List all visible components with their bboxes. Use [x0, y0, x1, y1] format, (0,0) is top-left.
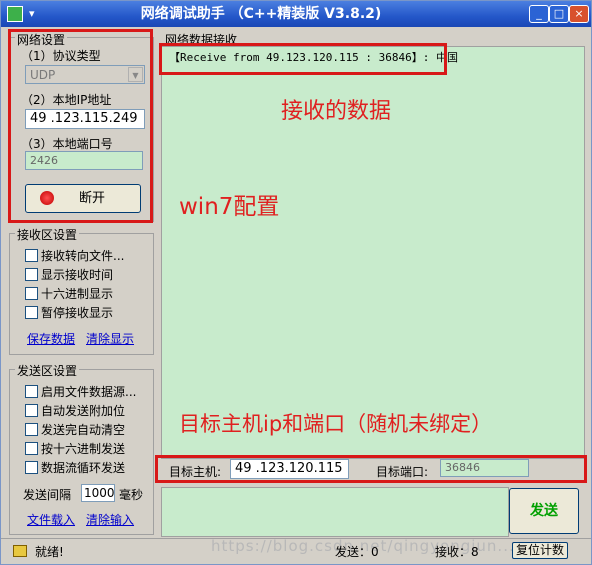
- recv-settings-legend: 接收区设置: [15, 226, 80, 243]
- system-menu-button[interactable]: ▾: [7, 5, 47, 23]
- hex-send-label: 按十六进制发送: [41, 442, 126, 456]
- annotation-box-network: [8, 29, 153, 223]
- recv-to-file-checkbox[interactable]: [25, 249, 38, 262]
- send-button[interactable]: 发送: [509, 488, 579, 534]
- append-bit-label: 自动发送附加位: [41, 404, 126, 418]
- send-settings-legend: 发送区设置: [15, 362, 80, 379]
- save-data-link[interactable]: 保存数据: [27, 330, 75, 347]
- annotation-win7-config: win7配置: [179, 194, 280, 220]
- clear-input-link[interactable]: 清除输入: [86, 511, 134, 528]
- annotation-received-data: 接收的数据: [281, 99, 392, 124]
- annotation-target-info: 目标主机ip和端口（随机未绑定）: [179, 412, 493, 436]
- status-send-count: 发送：0: [335, 545, 379, 559]
- show-recv-time-checkbox[interactable]: [25, 268, 38, 281]
- close-button[interactable]: ×: [569, 5, 589, 23]
- status-ready: 就绪!: [35, 545, 64, 559]
- window-title: 网络调试助手 （C++精装版 V3.8.2): [140, 6, 382, 22]
- app-window: ▾ 网络调试助手 （C++精装版 V3.8.2) _ □ × 网络设置 （1）协…: [0, 0, 592, 565]
- auto-clear-checkbox[interactable]: [25, 423, 38, 436]
- status-recv-count: 接收：8: [435, 545, 479, 559]
- minimize-button[interactable]: _: [529, 5, 549, 23]
- send-interval-label: 发送间隔: [23, 488, 72, 502]
- annotation-box-target: [155, 455, 587, 483]
- file-source-checkbox[interactable]: [25, 385, 38, 398]
- append-bit-checkbox[interactable]: [25, 404, 38, 417]
- status-icon: [13, 545, 27, 557]
- restore-button[interactable]: □: [549, 5, 569, 23]
- recv-to-file-label: 接收转向文件...: [41, 249, 125, 263]
- show-recv-time-label: 显示接收时间: [41, 268, 114, 282]
- send-input-area[interactable]: [161, 487, 509, 537]
- hex-send-checkbox[interactable]: [25, 442, 38, 455]
- send-interval-field[interactable]: 1000: [81, 484, 115, 502]
- loop-send-checkbox[interactable]: [25, 461, 38, 474]
- title-bar: ▾ 网络调试助手 （C++精装版 V3.8.2) _ □ ×: [1, 1, 591, 27]
- reset-count-button[interactable]: 复位计数: [512, 542, 568, 559]
- pause-display-label: 暂停接收显示: [41, 306, 114, 320]
- annotation-box-received: [159, 43, 447, 75]
- send-interval-unit: 毫秒: [119, 488, 144, 502]
- hex-display-label: 十六进制显示: [41, 287, 114, 301]
- pause-display-checkbox[interactable]: [25, 306, 38, 319]
- clear-display-link[interactable]: 清除显示: [86, 330, 134, 347]
- app-icon: [7, 6, 23, 22]
- load-file-link[interactable]: 文件载入: [27, 511, 75, 528]
- hex-display-checkbox[interactable]: [25, 287, 38, 300]
- loop-send-label: 数据流循环发送: [41, 461, 126, 475]
- file-source-label: 启用文件数据源...: [41, 385, 137, 399]
- auto-clear-label: 发送完自动清空: [41, 423, 126, 437]
